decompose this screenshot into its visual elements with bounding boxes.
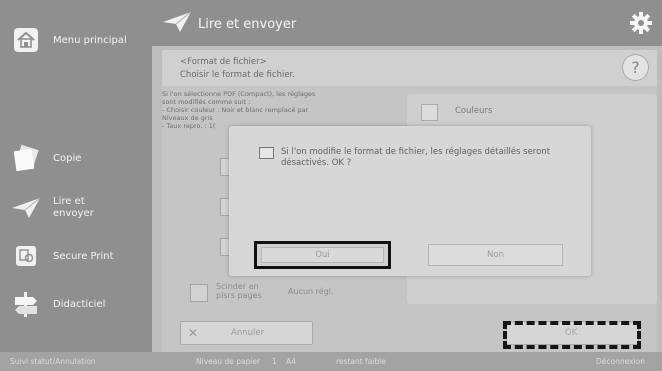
color-option-label[interactable]: Couleurs [455,106,492,116]
copy-icon [10,142,42,174]
sidebar-item-copy[interactable]: Copie [0,140,152,176]
info-icon [259,147,274,159]
paper-level-label: Niveau de papier [196,357,261,366]
gear-icon[interactable] [630,12,652,38]
sidebar-item-tutorial[interactable]: Didacticiel [0,286,152,322]
paper-plane-icon [10,192,42,224]
app-header: Lire et envoyer [152,0,662,46]
sidebar-item-label: Didacticiel [53,299,106,310]
yes-label: Oui [261,247,384,263]
cancel-label: Annuler [231,328,265,338]
toner-status: restant faible [336,357,386,366]
dialog-message: Si l'on modifie le format de fichier, le… [281,147,551,168]
sidebar-item-label: Copie [53,153,82,164]
split-pages-icon [190,284,208,302]
status-monitor-link[interactable]: Suivi statut/Annulation [10,357,96,366]
sidebar-item-secure-print[interactable]: Secure Print [0,238,152,274]
status-bar: Suivi statut/Annulation Niveau de papier… [0,352,662,371]
paper-size: A4 [286,357,296,366]
help-button[interactable]: ? [622,54,649,81]
sidebar-item-label: Secure Print [53,251,114,262]
ok-highlight-marker [503,321,641,349]
logout-button[interactable]: Déconnexion [596,357,645,366]
paper-tray: 1 [272,357,277,366]
info-line: Niveaux de gris [162,114,213,122]
sidebar-item-scan-send[interactable]: Lire et envoyer [0,190,152,226]
screen-heading: <Format de fichier> [180,57,267,67]
color-icon [421,104,438,121]
close-icon: ✕ [188,326,199,340]
cancel-button[interactable]: ✕ Annuler [180,321,313,345]
info-line: - Choisir couleur : Noir et blanc rempla… [162,106,309,114]
paper-plane-icon [162,10,192,38]
info-line: sont modifiés comme suit : [162,98,251,106]
screen-subheader: <Format de fichier> Choisir le format de… [162,50,657,86]
confirm-dialog: Si l'on modifie le format de fichier, le… [229,126,591,276]
page-title: Lire et envoyer [198,17,297,32]
pdf-compact-info: Si l'on sélectionne PDF (Compact), les r… [162,90,334,130]
main-sidebar: Menu principal Copie Lire et envoyer Sec… [0,0,152,352]
home-icon [10,24,42,56]
no-button[interactable]: Non [428,244,563,266]
signpost-icon [10,288,42,320]
yes-button[interactable]: Oui [254,241,391,269]
sidebar-item-label: Menu principal [53,35,127,46]
info-line: Si l'on sélectionne PDF (Compact), les r… [162,90,316,98]
secure-print-icon [10,240,42,272]
split-pages-value: Aucun régl. [288,287,334,296]
sidebar-item-label: Lire et envoyer [53,196,94,219]
screen-instruction: Choisir le format de fichier. [180,70,295,80]
sidebar-item-main-menu[interactable]: Menu principal [0,22,152,58]
split-pages-label: Scinder en plsrs pages [216,282,262,300]
